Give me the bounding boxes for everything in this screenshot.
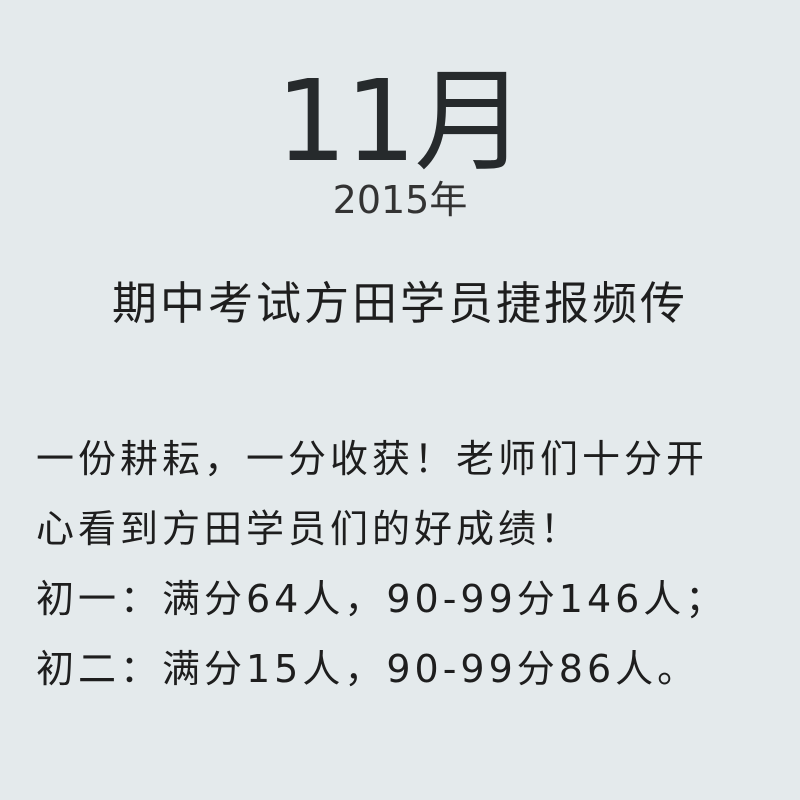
body-line-4: 初二：满分15人，90-99分86人。 xyxy=(36,647,700,691)
body-text: 一份耕耘，一分收获！老师们十分开 心看到方田学员们的好成绩！ 初一：满分64人，… xyxy=(36,424,776,704)
body-line-3: 初一：满分64人，90-99分146人； xyxy=(36,577,728,621)
year-subtitle: 2015年 xyxy=(332,178,468,222)
body-line-2: 心看到方田学员们的好成绩！ xyxy=(36,507,583,551)
body-line-1: 一份耕耘，一分收获！老师们十分开 xyxy=(36,437,709,481)
month-title: 11月 xyxy=(275,57,527,187)
headline: 期中考试方田学员捷报频传 xyxy=(111,277,688,330)
announcement-card: 11月 2015年 期中考试方田学员捷报频传 一份耕耘，一分收获！老师们十分开 … xyxy=(0,0,800,800)
